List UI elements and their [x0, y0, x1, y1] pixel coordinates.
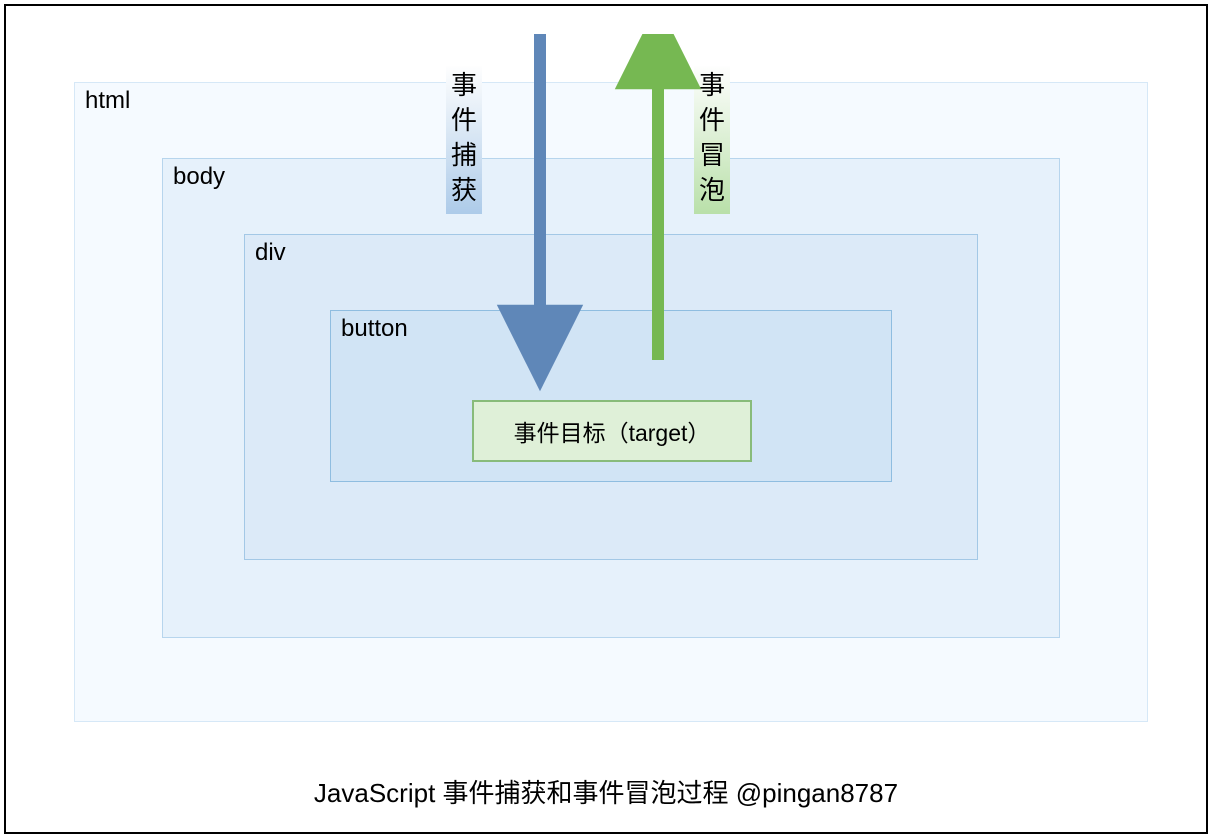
bubble-label: 事件冒泡 — [694, 66, 730, 214]
capture-label: 事件捕获 — [446, 66, 482, 214]
button-label: button — [341, 315, 408, 343]
body-label: body — [173, 163, 225, 191]
html-label: html — [85, 87, 130, 115]
diagram-frame: html body div button 事件目标（target） 事件捕获 事… — [4, 4, 1208, 834]
target-box: 事件目标（target） — [472, 400, 752, 462]
div-label: div — [255, 239, 286, 267]
target-label: 事件目标（target） — [514, 414, 711, 448]
diagram-caption: JavaScript 事件捕获和事件冒泡过程 @pingan8787 — [6, 773, 1206, 810]
